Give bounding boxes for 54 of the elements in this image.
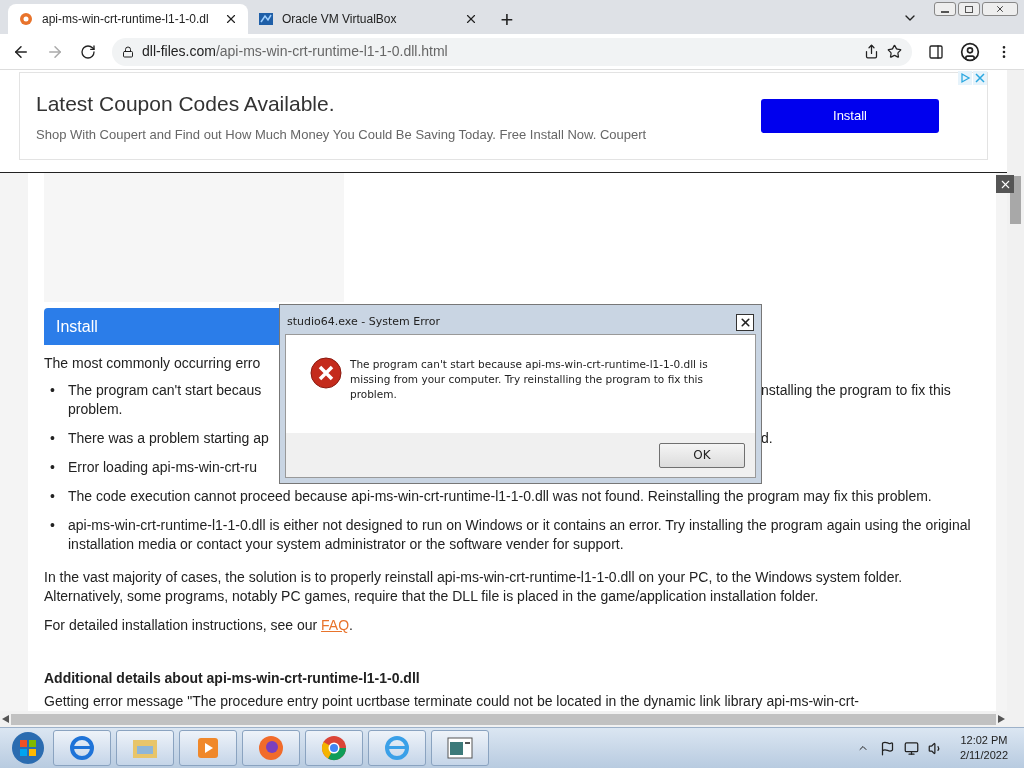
- browser-tab[interactable]: api-ms-win-crt-runtime-l1-1-0.dl: [8, 4, 248, 34]
- error-text: nstalling the program to fix this: [761, 381, 951, 400]
- faq-text: For detailed installation instructions, see our FAQ.: [44, 616, 353, 635]
- tab-title: Oracle VM VirtualBox: [282, 11, 398, 28]
- close-icon[interactable]: [464, 12, 478, 26]
- ad-headline: Latest Coupon Codes Available.: [36, 90, 336, 117]
- error-icon: [310, 357, 342, 389]
- details-heading: Additional details about api-ms-win-crt-runtime-l1-1-0.dll: [44, 669, 421, 688]
- error-text: The program can't start becaus: [68, 382, 262, 398]
- network-icon[interactable]: [903, 740, 919, 756]
- url-text: dll-files.com/api-ms-win-crt-runtime-l1-1-0.dll.html: [142, 42, 448, 61]
- error-text: There was a problem starting ap: [68, 430, 269, 446]
- reload-icon[interactable]: [80, 43, 96, 60]
- install-button[interactable]: Install: [761, 99, 939, 133]
- clock-time[interactable]: 12:02 PM: [960, 733, 1008, 748]
- ok-button[interactable]: OK: [659, 442, 745, 468]
- new-tab-button[interactable]: +: [492, 4, 522, 34]
- address-field[interactable]: dll-files.com/api-ms-win-crt-runtime-l1-1-0.dll.html: [112, 37, 912, 66]
- details-text: Getting error message "The procedure entry point ucrtbase terminate could not be located in the dynamic link library api-ms-win-crt-: [44, 692, 860, 711]
- bullet: •: [49, 381, 56, 400]
- window-icon[interactable]: [431, 730, 489, 766]
- browser-tab[interactable]: Oracle VM VirtualBox: [248, 4, 488, 34]
- close-icon[interactable]: [224, 12, 238, 26]
- minimize-button[interactable]: [934, 2, 956, 16]
- solution-text: In the vast majority of cases, the solution is to properly reinstall api-ms-win-crt-runtime-l1-1-0.dll on your PC, to the Windows system folder. Alternatively, some programs, notably PC games, require that the DLL file is placed in the game/application installation folder.: [44, 568, 904, 606]
- close-icon[interactable]: [995, 4, 1005, 14]
- restore-button[interactable]: [958, 2, 980, 16]
- error-text: problem.: [68, 400, 123, 419]
- error-text: The code execution cannot proceed because api-ms-win-crt-runtime-l1-1-0.dll was not found. Reinstalling the program may fix this problem.: [68, 488, 932, 504]
- profile-icon[interactable]: [960, 41, 980, 62]
- bullet: •: [49, 429, 56, 448]
- bullet: •: [49, 487, 56, 506]
- share-icon[interactable]: [864, 44, 879, 59]
- chrome-icon[interactable]: [305, 730, 363, 766]
- side-panel-icon[interactable]: [928, 43, 944, 60]
- horizontal-scrollbar[interactable]: [0, 711, 1007, 727]
- bullet: •: [49, 516, 56, 535]
- browser-icon[interactable]: [53, 730, 111, 766]
- vertical-scrollbar[interactable]: [1007, 70, 1024, 727]
- error-text: api-ms-win-crt-runtime-l1-1-0.dll is either not designed to run on Windows or it contains an error. Try installing the program again using the original installation media or contact your system administrator or the software vender for support.: [68, 517, 971, 552]
- intro-text: The most commonly occurring erro: [44, 354, 261, 373]
- scroll-left-icon[interactable]: [2, 715, 9, 723]
- error-text: d.: [761, 429, 773, 448]
- scroll-right-icon[interactable]: [998, 715, 1005, 723]
- flag-icon[interactable]: [879, 740, 895, 756]
- bullet: •: [49, 458, 56, 477]
- lock-icon: [122, 45, 134, 58]
- clock-date[interactable]: 2/11/2022: [959, 748, 1008, 763]
- browser-icon[interactable]: [368, 730, 426, 766]
- error-text: Error loading api-ms-win-crt-ru: [68, 459, 258, 475]
- bookmark-icon[interactable]: [887, 44, 902, 59]
- tab-title: api-ms-win-crt-runtime-l1-1-0.dl: [42, 11, 210, 28]
- ad-text: Shop With Coupert and Find out How Much Money You Could Be Saving Today. Free Install Now. Coupert: [36, 126, 648, 144]
- error-message: The program can't start because api-ms-win-crt-runtime-l1-1-0.dll is missing from your computer. Try reinstalling the program to fix this problem.: [350, 357, 709, 402]
